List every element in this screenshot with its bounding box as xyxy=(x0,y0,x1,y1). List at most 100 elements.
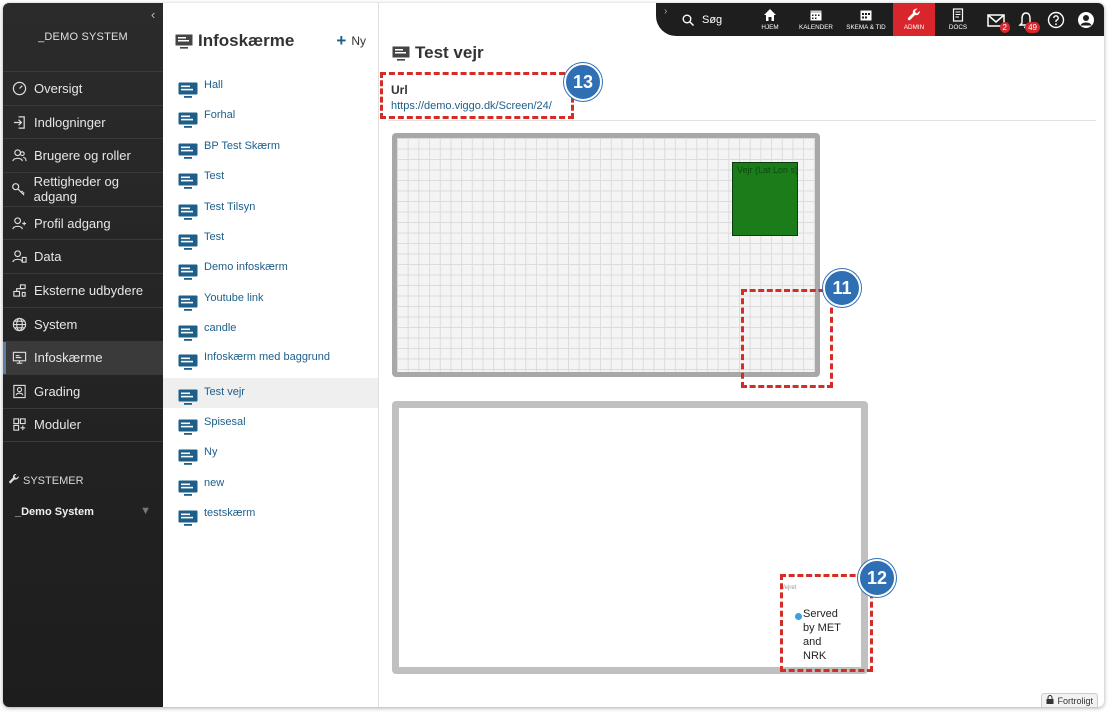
sidebar-item-brugere[interactable]: Brugere og roller xyxy=(3,138,163,172)
screen-list-item[interactable]: new xyxy=(163,469,378,499)
help-icon xyxy=(1047,11,1065,28)
monitor-icon xyxy=(178,510,198,526)
mail-badge: 2 xyxy=(999,22,1010,33)
monitor-icon xyxy=(11,350,27,366)
calendar-icon xyxy=(810,10,822,21)
nav-admin[interactable]: ADMIN xyxy=(893,3,935,36)
widget-tile-label: Vejr (Lat Lon s) xyxy=(737,165,799,175)
sidebar-item-indlogninger[interactable]: Indlogninger xyxy=(3,104,163,139)
search-icon xyxy=(682,14,694,26)
system-select[interactable]: _Demo System ▼ xyxy=(3,504,163,518)
callout-box-weather xyxy=(780,574,873,672)
chevron-right-icon: › xyxy=(664,6,668,17)
lock-icon xyxy=(1046,695,1054,706)
users-icon xyxy=(11,148,27,164)
network-icon xyxy=(11,282,27,298)
monitor-icon xyxy=(178,204,198,220)
monitor-icon xyxy=(178,112,198,129)
screen-list-item[interactable]: Test xyxy=(163,223,378,253)
sidebar-item-infoskaerme[interactable]: Infoskærme xyxy=(3,340,163,375)
page-title: Test vejr xyxy=(392,43,484,63)
monitor-icon xyxy=(178,143,198,159)
screen-list-item[interactable]: Demo infoskærm xyxy=(163,253,378,283)
sidebar-item-eksterne[interactable]: Eksterne udbydere xyxy=(3,273,163,307)
notifications-button[interactable]: 49 xyxy=(1011,3,1041,36)
help-button[interactable] xyxy=(1041,3,1071,36)
modules-icon xyxy=(11,417,27,433)
screen-list-item[interactable]: Test xyxy=(163,162,378,192)
callout-box-url xyxy=(380,72,574,119)
wrench-icon xyxy=(9,473,20,488)
monitor-icon xyxy=(178,173,198,189)
user-avatar-icon xyxy=(1078,11,1094,28)
nav-skema-tid[interactable]: SKEMA & TID xyxy=(839,3,893,36)
sidebar-item-rettigheder[interactable]: Rettigheder og adgang xyxy=(3,172,163,206)
messages-button[interactable]: 2 xyxy=(981,3,1011,36)
screen-list-item-label: Infoskærm med baggrund xyxy=(204,350,330,363)
callout-number-12: 12 xyxy=(858,559,896,597)
monitor-icon xyxy=(178,389,198,405)
weather-widget-tile[interactable]: Vejr (Lat Lon s) xyxy=(732,162,798,236)
document-icon xyxy=(952,8,964,22)
screen-list-item[interactable]: testskærm xyxy=(163,499,378,529)
systems-heading: SYSTEMER xyxy=(3,473,163,488)
sidebar-item-system[interactable]: System xyxy=(3,306,163,341)
confidential-badge: Fortroligt xyxy=(1041,693,1098,707)
screen-list-item[interactable]: candle xyxy=(163,314,378,344)
monitor-icon xyxy=(178,234,198,250)
screen-list-item[interactable]: Ny xyxy=(163,438,378,468)
list-header: Infoskærme + Ny xyxy=(163,3,378,71)
monitor-icon xyxy=(178,419,198,435)
screen-list-item-label: Demo infoskærm xyxy=(204,261,288,274)
monitor-icon xyxy=(178,295,198,311)
bell-badge: 49 xyxy=(1025,22,1040,33)
monitor-icon xyxy=(175,34,193,49)
screen-list-item-label: Forhal xyxy=(204,109,236,122)
screen-list-item-label: new xyxy=(204,476,225,489)
sidebar-item-grading[interactable]: Grading xyxy=(3,374,163,408)
screen-list-item[interactable]: Test vejr xyxy=(163,377,378,408)
screen-list-item[interactable]: Hall xyxy=(163,71,378,101)
monitor-icon xyxy=(178,82,198,98)
screen-list-item-label: Test xyxy=(204,230,225,243)
screen-list-item[interactable]: Test Tilsyn xyxy=(163,193,378,223)
sidebar-item-oversigt[interactable]: Oversigt xyxy=(3,71,163,105)
system-title: _DEMO SYSTEM xyxy=(38,31,128,43)
screen-list-item[interactable]: Infoskærm med baggrund xyxy=(163,345,378,378)
monitor-icon xyxy=(178,480,198,496)
screen-list: Hall Forhal BP Test Skærm Test Test Tilsyn Te… xyxy=(163,71,378,529)
main-content: Test vejr Url https://demo.viggo.dk/Scre… xyxy=(380,3,1104,707)
screen-list-item[interactable]: BP Test Skærm xyxy=(163,132,378,162)
screen-list-item[interactable]: Spisesal xyxy=(163,408,378,438)
monitor-icon xyxy=(178,354,198,370)
user-profile-button[interactable] xyxy=(1071,3,1101,36)
screen-list-item-label: Test xyxy=(204,170,225,183)
screen-list-item-label: testskærm xyxy=(204,507,256,520)
nav-hjem[interactable]: HJEM xyxy=(747,3,793,36)
monitor-icon xyxy=(392,46,410,61)
nav-docs[interactable]: DOCS xyxy=(935,3,981,36)
screen-list-item-label: Youtube link xyxy=(204,291,264,304)
key-icon xyxy=(11,181,27,197)
sidebar-item-profil-adgang[interactable]: Profil adgang xyxy=(3,205,163,240)
screen-list-item[interactable]: Youtube link xyxy=(163,284,378,314)
collapse-sidebar-icon[interactable]: ‹ xyxy=(151,7,155,22)
screen-list-item[interactable]: Forhal xyxy=(163,101,378,131)
schedule-icon xyxy=(860,10,872,21)
screen-list-item-label: Test vejr xyxy=(204,385,245,398)
sidebar-item-moduler[interactable]: Moduler xyxy=(3,407,163,442)
new-screen-button[interactable]: + Ny xyxy=(336,31,366,51)
gauge-icon xyxy=(11,80,27,96)
sidebar: ‹ _DEMO SYSTEM Oversigt Indlogninger Bru… xyxy=(3,3,163,707)
sidebar-item-data[interactable]: Data xyxy=(3,239,163,273)
callout-number-13: 13 xyxy=(564,63,602,101)
infoscreen-list-panel: Infoskærme + Ny Hall Forhal BP Test Skærm T… xyxy=(163,3,379,707)
screen-list-item-label: candle xyxy=(204,322,237,335)
monitor-icon xyxy=(178,264,198,281)
list-title: Infoskærme xyxy=(175,31,294,51)
globe-icon xyxy=(11,316,27,332)
search-button[interactable]: Søg xyxy=(682,14,747,26)
divider xyxy=(388,120,1096,121)
nav-kalender[interactable]: KALENDER xyxy=(793,3,839,36)
dropdown-triangle-icon: ▼ xyxy=(140,504,151,517)
